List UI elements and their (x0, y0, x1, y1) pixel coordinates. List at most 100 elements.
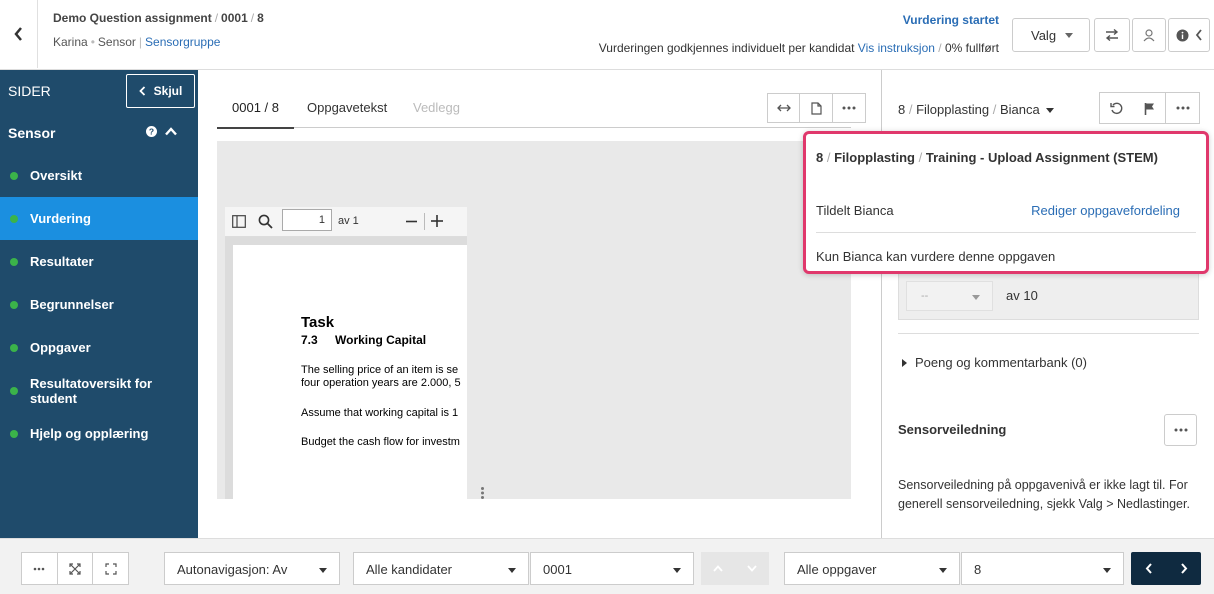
hide-sidebar-button[interactable]: Skjul (126, 74, 195, 108)
expand-button[interactable] (58, 553, 94, 584)
divider (424, 213, 425, 230)
status-dot (10, 343, 18, 352)
sidebar-item-label: Oppgaver (30, 340, 91, 355)
zoom-in-icon[interactable] (430, 214, 444, 228)
more-options-button[interactable] (833, 93, 866, 123)
tab-answer[interactable]: 0001 / 8 (217, 100, 294, 129)
sidebar-item-label: Hjelp og opplæring (30, 426, 149, 441)
sidebar-item-vurdering[interactable]: Vurdering (0, 197, 198, 240)
caret-down-icon (319, 568, 327, 573)
swap-button[interactable] (1094, 18, 1130, 52)
task-name: Working Capital (335, 333, 427, 347)
comment-bank-toggle[interactable]: Poeng og kommentarbank (0) (902, 355, 1087, 370)
question-header[interactable]: 8 / Filopplasting / Bianca (898, 102, 1055, 117)
breadcrumb-candidate[interactable]: 0001 (221, 11, 248, 25)
task-line: Assume that working capital is 1 (301, 407, 459, 419)
user-name: Karina (53, 35, 88, 49)
comment-bank-label: Poeng og kommentarbank (0) (915, 355, 1087, 370)
sidebar-toggle-icon[interactable] (232, 215, 246, 228)
user-button[interactable] (1132, 18, 1166, 52)
sensor-group-link[interactable]: Sensorgruppe (145, 35, 220, 49)
more-button[interactable] (22, 553, 58, 584)
guide-title: Sensorveiledning (898, 422, 1007, 437)
chevron-left-icon (13, 27, 22, 41)
sidebar-title: SIDER (8, 83, 51, 99)
score-box: -- av 10 (898, 270, 1199, 320)
autonav-value: Autonavigasjon: Av (177, 562, 288, 577)
more-options-button[interactable] (1166, 92, 1200, 124)
breadcrumb-question: 8 (257, 11, 264, 25)
fit-width-button[interactable] (767, 93, 800, 123)
caret-down-icon (972, 295, 980, 300)
prev-task-button[interactable] (1131, 552, 1166, 585)
page-count: av 1 (338, 215, 359, 227)
caret-down-icon (939, 568, 947, 573)
more-icon (842, 106, 856, 110)
tab-task-text[interactable]: Oppgavetekst (307, 100, 387, 115)
chevron-up-icon (713, 565, 723, 572)
candidate-prev-button (701, 552, 735, 585)
pdf-toolbar: 1 av 1 (225, 207, 467, 237)
user-icon (1143, 28, 1155, 41)
candidate-select[interactable]: 0001 (530, 552, 694, 585)
tasks-filter-value: Alle oppgaver (797, 562, 877, 577)
caret-down-icon (673, 568, 681, 573)
flag-button[interactable] (1133, 92, 1166, 124)
caret-down-icon (1046, 108, 1055, 114)
chevron-left-icon (1145, 563, 1152, 574)
sidebar-item-begrunnelser[interactable]: Begrunnelser (0, 283, 198, 326)
sidebar-section-controls: ? (146, 126, 177, 137)
sidebar-item-resultatoversikt[interactable]: Resultatoversikt for student (0, 369, 198, 412)
edit-assignment-link[interactable]: Rediger oppgavefordeling (1031, 203, 1180, 218)
sidebar-item-oversikt[interactable]: Oversikt (0, 154, 198, 197)
next-task-button[interactable] (1166, 552, 1201, 585)
score-placeholder: -- (921, 290, 929, 302)
assignee-name: Bianca (999, 102, 1040, 117)
breadcrumb-assignment[interactable]: Demo Question assignment (53, 11, 212, 25)
task-select[interactable]: 8 (961, 552, 1124, 585)
chevron-up-icon[interactable] (165, 127, 177, 136)
reset-button[interactable] (1099, 92, 1134, 124)
instructions-link[interactable]: Vis instruksjon (858, 41, 935, 55)
status-dot (10, 257, 18, 266)
autonav-select[interactable]: Autonavigasjon: Av (164, 552, 340, 585)
content-tabs: 0001 / 8 Oppgavetekst Vedlegg (217, 90, 851, 129)
flag-icon (1144, 102, 1154, 115)
tasks-filter-select[interactable]: Alle oppgaver (784, 552, 960, 585)
sidebar: SIDER Skjul Sensor ? Oversikt Vurdering … (0, 70, 198, 538)
back-button[interactable] (0, 0, 38, 68)
fullscreen-button[interactable] (93, 553, 128, 584)
sidebar-item-resultater[interactable]: Resultater (0, 240, 198, 283)
breadcrumb: Demo Question assignment/0001/8 (53, 11, 264, 25)
pdf-page: Task 7.3 Working Capital The selling pri… (233, 245, 467, 507)
sidebar-item-hjelp[interactable]: Hjelp og opplæring (0, 412, 198, 455)
tab-attachments: Vedlegg (413, 100, 460, 115)
valg-dropdown[interactable]: Valg (1012, 18, 1090, 52)
info-toggle-button[interactable] (1168, 18, 1210, 52)
status-dot (10, 300, 18, 309)
score-select[interactable]: -- (906, 281, 993, 311)
document-view-button[interactable] (800, 93, 833, 123)
sidebar-item-label: Vurdering (30, 211, 91, 226)
view-controls (21, 552, 129, 585)
guide-more-button[interactable] (1164, 414, 1197, 446)
expand-arrows-icon (69, 562, 81, 575)
swap-icon (1105, 29, 1119, 41)
candidates-filter-select[interactable]: Alle kandidater (353, 552, 529, 585)
candidates-filter-value: Alle kandidater (366, 562, 452, 577)
task-number: 7.3 (301, 333, 318, 347)
sidebar-section-title: Sensor (8, 125, 56, 141)
task-line: Budget the cash flow for investm (301, 436, 460, 448)
divider (816, 232, 1196, 233)
search-icon[interactable] (258, 214, 273, 229)
zoom-out-icon[interactable] (405, 215, 418, 228)
status-title: Vurdering startet (902, 13, 999, 27)
chevron-down-icon (747, 565, 757, 572)
status-info: Vurderingen godkjennes individuelt per k… (598, 41, 999, 55)
resize-handle-icon[interactable] (480, 487, 485, 499)
status-dot (10, 429, 18, 438)
caret-right-icon (902, 358, 907, 367)
help-icon[interactable]: ? (146, 126, 157, 137)
sidebar-item-oppgaver[interactable]: Oppgaver (0, 326, 198, 369)
page-number-input[interactable]: 1 (282, 209, 332, 231)
